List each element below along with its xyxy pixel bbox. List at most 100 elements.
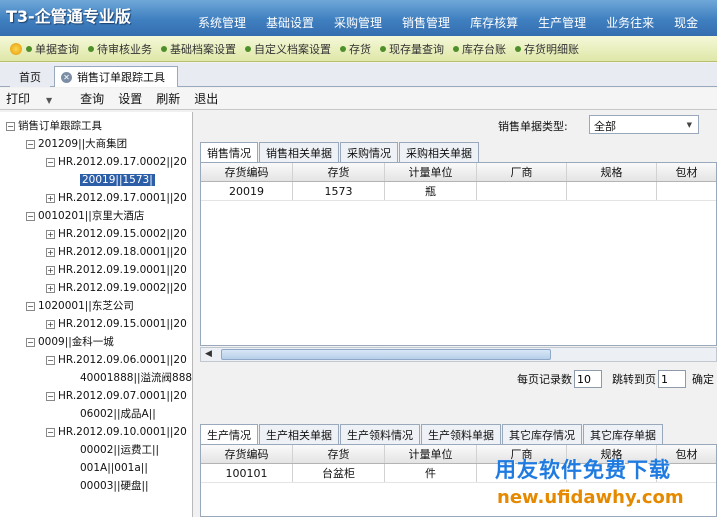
table-cell: 瓶 bbox=[385, 182, 477, 200]
tab-sales-order-tracker[interactable]: ✕ 销售订单跟踪工具 bbox=[54, 66, 178, 87]
tab-label: 销售订单跟踪工具 bbox=[77, 71, 165, 84]
per-page-input[interactable] bbox=[574, 370, 602, 388]
table-row[interactable]: 20019 1573 瓶 bbox=[201, 182, 716, 201]
tree-node-customer[interactable]: −0009||金科一城 bbox=[26, 334, 114, 351]
collapse-icon[interactable]: − bbox=[46, 428, 55, 437]
sun-icon bbox=[10, 42, 22, 55]
tree-node-order[interactable]: − HR.2012.09.07.0001||20 bbox=[46, 388, 187, 405]
confirm-button[interactable]: 确定 bbox=[692, 371, 714, 387]
table-cell: 100101 bbox=[201, 464, 293, 482]
expand-icon[interactable]: + bbox=[46, 248, 55, 257]
collapse-icon[interactable]: − bbox=[46, 356, 55, 365]
tab-purchase-docs[interactable]: 采购相关单据 bbox=[399, 142, 479, 162]
tab-sales-status[interactable]: 销售情况 bbox=[200, 142, 258, 162]
tree-node-item[interactable]: 00002||运费工|| bbox=[80, 442, 159, 459]
quick-stock-detail[interactable]: 存货明细账 bbox=[515, 41, 579, 57]
menu-sales[interactable]: 销售管理 bbox=[392, 14, 460, 32]
tree-node-order[interactable]: + HR.2012.09.17.0001||20 bbox=[46, 190, 187, 207]
bullet-icon bbox=[453, 45, 459, 52]
tab-other-stock-status[interactable]: 其它库存情况 bbox=[502, 424, 582, 444]
tab-sales-docs[interactable]: 销售相关单据 bbox=[259, 142, 339, 162]
menu-production[interactable]: 生产管理 bbox=[528, 14, 596, 32]
tab-production-docs[interactable]: 生产相关单据 bbox=[259, 424, 339, 444]
expand-icon[interactable]: + bbox=[46, 194, 55, 203]
print-button[interactable]: 打印 ▼ bbox=[6, 90, 66, 107]
refresh-button[interactable]: 刷新 bbox=[156, 90, 180, 107]
tree-node-item[interactable]: 06002||成品A|| bbox=[80, 406, 156, 423]
tree-node-item[interactable]: 40001888||溢流阀888 bbox=[80, 370, 192, 387]
tree-node-order[interactable]: + HR.2012.09.15.0002||20 bbox=[46, 226, 187, 243]
horizontal-scrollbar[interactable]: ◀ bbox=[200, 347, 717, 362]
collapse-icon[interactable]: − bbox=[26, 338, 35, 347]
goto-page-input[interactable] bbox=[658, 370, 686, 388]
quick-stock-query[interactable]: 现存量查询 bbox=[380, 41, 444, 57]
chevron-down-icon: ▼ bbox=[686, 121, 692, 129]
quick-custom-archive[interactable]: 自定义档案设置 bbox=[245, 41, 331, 57]
tree-node-item-selected[interactable]: 20019||1573| bbox=[80, 172, 155, 189]
close-icon[interactable]: ✕ bbox=[61, 71, 72, 83]
column-header[interactable]: 存货 bbox=[293, 445, 385, 463]
doc-type-select[interactable]: 全部 ▼ bbox=[589, 115, 699, 134]
collapse-icon[interactable]: − bbox=[26, 302, 35, 311]
tree-root[interactable]: − 销售订单跟踪工具 bbox=[6, 118, 102, 135]
menu-basic-settings[interactable]: 基础设置 bbox=[256, 14, 324, 32]
tab-other-stock-docs[interactable]: 其它库存单据 bbox=[583, 424, 663, 444]
tree-label: HR.2012.09.06.0001||20 bbox=[58, 354, 187, 366]
tree-node-customer[interactable]: −1020001||东芝公司 bbox=[26, 298, 134, 315]
quick-inventory[interactable]: 存货 bbox=[340, 41, 371, 57]
collapse-icon[interactable]: − bbox=[26, 212, 35, 221]
column-header[interactable]: 包材 bbox=[657, 163, 716, 181]
bullet-icon bbox=[380, 45, 386, 52]
menu-purchase[interactable]: 采购管理 bbox=[324, 14, 392, 32]
scroll-left-icon[interactable]: ◀ bbox=[201, 348, 216, 361]
collapse-icon[interactable]: − bbox=[6, 122, 15, 131]
tree-node-order[interactable]: − HR.2012.09.17.0002||20 bbox=[46, 154, 187, 171]
tree-label: 00002||运费工|| bbox=[80, 444, 160, 456]
quick-basic-archive[interactable]: 基础档案设置 bbox=[161, 41, 236, 57]
tree-node-customer[interactable]: −201209||大商集团 bbox=[26, 136, 127, 153]
tab-home[interactable]: 首页 bbox=[10, 66, 50, 87]
scroll-thumb[interactable] bbox=[221, 349, 551, 360]
quick-stock-ledger[interactable]: 库存台账 bbox=[453, 41, 506, 57]
column-header[interactable]: 厂商 bbox=[477, 163, 567, 181]
column-header[interactable]: 计量单位 bbox=[385, 163, 477, 181]
tree-node-order[interactable]: + HR.2012.09.19.0001||20 bbox=[46, 262, 187, 279]
tab-material-status[interactable]: 生产领料情况 bbox=[340, 424, 420, 444]
column-header[interactable]: 存货 bbox=[293, 163, 385, 181]
tree-node-order[interactable]: + HR.2012.09.19.0002||20 bbox=[46, 280, 187, 297]
grid-header: 存货编码 存货 计量单位 厂商 规格 包材 bbox=[201, 163, 716, 182]
tab-production-status[interactable]: 生产情况 bbox=[200, 424, 258, 444]
tree-node-order[interactable]: + HR.2012.09.15.0001||20 bbox=[46, 316, 187, 333]
collapse-icon[interactable]: − bbox=[46, 392, 55, 401]
quick-doc-query[interactable]: 单据查询 bbox=[26, 41, 79, 57]
tab-material-docs[interactable]: 生产领料单据 bbox=[421, 424, 501, 444]
query-button[interactable]: 查询 bbox=[80, 90, 104, 107]
expand-icon[interactable]: + bbox=[46, 230, 55, 239]
collapse-icon[interactable]: − bbox=[46, 158, 55, 167]
exit-button[interactable]: 退出 bbox=[194, 90, 218, 107]
expand-icon[interactable]: + bbox=[46, 284, 55, 293]
tree-node-order[interactable]: − HR.2012.09.06.0001||20 bbox=[46, 352, 187, 369]
tree-node-item[interactable]: 00003||硬盘|| bbox=[80, 478, 149, 495]
table-cell bbox=[657, 182, 716, 200]
tree-label: 0010201||京里大酒店 bbox=[38, 210, 145, 222]
menu-cash[interactable]: 现金 bbox=[664, 14, 708, 32]
tree-node-order[interactable]: + HR.2012.09.18.0001||20 bbox=[46, 244, 187, 261]
tree-node-item[interactable]: 001A||001a|| bbox=[80, 460, 148, 477]
expand-icon[interactable]: + bbox=[46, 266, 55, 275]
tree-node-customer[interactable]: −0010201||京里大酒店 bbox=[26, 208, 144, 225]
watermark-url: new.ufidawhy.com bbox=[497, 487, 684, 508]
tree-node-order[interactable]: − HR.2012.09.10.0001||20 bbox=[46, 424, 187, 441]
menu-business[interactable]: 业务往来 bbox=[596, 14, 664, 32]
column-header[interactable]: 存货编码 bbox=[201, 163, 293, 181]
menu-system[interactable]: 系统管理 bbox=[188, 14, 256, 32]
tab-purchase-status[interactable]: 采购情况 bbox=[340, 142, 398, 162]
column-header[interactable]: 计量单位 bbox=[385, 445, 477, 463]
column-header[interactable]: 存货编码 bbox=[201, 445, 293, 463]
collapse-icon[interactable]: − bbox=[26, 140, 35, 149]
quick-pending-review[interactable]: 待审核业务 bbox=[88, 41, 152, 57]
settings-button[interactable]: 设置 bbox=[118, 90, 142, 107]
menu-inventory[interactable]: 库存核算 bbox=[460, 14, 528, 32]
expand-icon[interactable]: + bbox=[46, 320, 55, 329]
column-header[interactable]: 规格 bbox=[567, 163, 657, 181]
